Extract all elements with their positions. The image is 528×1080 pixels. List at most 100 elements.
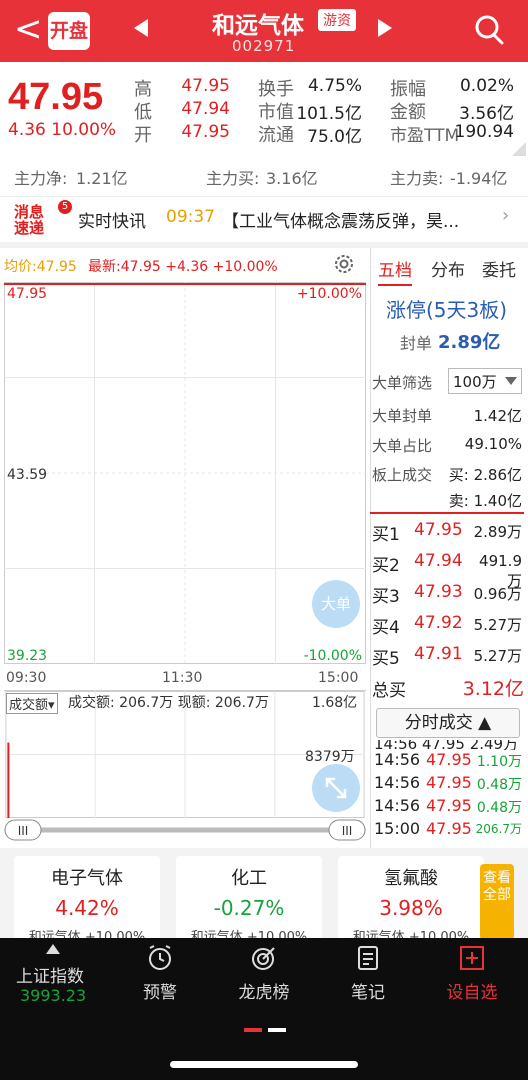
plus-square-icon xyxy=(460,946,484,970)
big-seal-value: 1.42亿 xyxy=(473,407,522,425)
big-seal-label: 大单封单 xyxy=(372,407,433,425)
target-icon xyxy=(252,947,275,970)
buy-level-label: 买3 xyxy=(372,587,400,607)
tick-row-partial: 14:56 47.95 2.49万 xyxy=(374,740,519,750)
add-watchlist-button[interactable]: 设自选 xyxy=(424,944,520,1003)
tick-volume: 206.7万 xyxy=(475,822,522,836)
tick-volume: 0.48万 xyxy=(476,777,522,793)
main-buy-value: 3.16亿 xyxy=(266,169,318,188)
volume-bar xyxy=(7,742,10,818)
high-value: 47.95 xyxy=(181,76,230,96)
index-name[interactable]: 上证指数 xyxy=(16,962,84,987)
volume-info: 成交额: 206.7万 现额: 206.7万 xyxy=(68,695,269,711)
see-all-button[interactable]: 查看全部 xyxy=(480,864,514,940)
news-headline[interactable]: 【工业气体概念震荡反弹，昊... xyxy=(222,207,494,232)
alert-label: 预警 xyxy=(143,983,177,1003)
buy-level-label: 买4 xyxy=(372,618,400,638)
main-net-value: 1.21亿 xyxy=(76,169,128,188)
price-change: 4.36 10.00% xyxy=(8,120,117,140)
pe-value: 190.94 xyxy=(454,122,514,142)
big-order-filter-select[interactable]: 100万 xyxy=(448,368,522,394)
chevron-right-icon[interactable]: › xyxy=(502,205,509,226)
tick-trades-button[interactable]: 分时成交 ▲ xyxy=(376,708,520,738)
buy-level-label: 买5 xyxy=(372,649,400,669)
tick-price: 47.95 xyxy=(426,750,472,769)
float-value: 75.0亿 xyxy=(307,127,362,147)
tab-five-level[interactable]: 五档 xyxy=(378,256,412,286)
notes-button[interactable]: 笔记 xyxy=(320,944,416,1003)
gear-icon[interactable] xyxy=(332,252,356,276)
next-stock-icon[interactable] xyxy=(378,19,392,37)
news-time: 09:37 xyxy=(166,207,215,227)
latest-price-label: 最新:47.95 +4.36 +10.00% xyxy=(88,259,278,275)
buy-level-label: 买1 xyxy=(372,525,400,545)
home-indicator xyxy=(170,1061,358,1068)
prev-stock-icon[interactable] xyxy=(134,19,148,37)
search-icon[interactable] xyxy=(474,14,504,46)
big-ratio-label: 大单占比 xyxy=(372,437,433,455)
x-tick-mid: 11:30 xyxy=(162,670,203,686)
fullscreen-icon[interactable] xyxy=(312,764,360,812)
sector-card[interactable]: 电子气体 4.42% 和远气体 +10.00% xyxy=(14,856,160,945)
tick-time: 14:56 xyxy=(374,773,421,792)
buy-level-volume: 2.89万 xyxy=(473,523,522,541)
tick-time: 15:00 xyxy=(374,819,421,838)
note-icon xyxy=(358,946,378,970)
sector-change: 4.42% xyxy=(55,896,119,920)
open-label: 开 xyxy=(134,125,152,146)
tick-price: 47.95 xyxy=(426,819,472,838)
seal-label: 封单 xyxy=(400,334,433,353)
board-trade-label: 板上成交 xyxy=(372,466,433,484)
big-order-button[interactable]: 大单 xyxy=(312,580,360,628)
tick-volume: 1.10万 xyxy=(476,754,522,770)
main-buy-label: 主力买: xyxy=(206,169,260,188)
expand-corner-icon[interactable] xyxy=(512,142,526,156)
page-indicator xyxy=(244,1028,286,1032)
sector-change: 3.98% xyxy=(379,896,443,920)
volume-max-label: 1.68亿 xyxy=(312,695,358,711)
back-button[interactable]: < xyxy=(14,12,43,46)
buy-level-price: 47.92 xyxy=(414,613,463,633)
amplitude-value: 0.02% xyxy=(459,76,514,96)
dropdown-icon xyxy=(505,377,517,385)
caret-up-icon[interactable] xyxy=(46,944,60,954)
x-tick-close: 15:00 xyxy=(318,670,359,686)
tick-time: 14:56 xyxy=(374,750,421,769)
big-ratio-value: 49.10% xyxy=(464,435,522,453)
dragon-tiger-button[interactable]: 龙虎榜 xyxy=(216,944,312,1003)
volume-type-select[interactable]: 成交额▾ xyxy=(6,693,58,714)
turnover-value: 4.75% xyxy=(307,76,362,96)
main-net-label: 主力净: xyxy=(14,169,68,188)
dragon-tiger-label: 龙虎榜 xyxy=(238,983,290,1003)
mktcap-value: 101.5亿 xyxy=(296,104,362,124)
tick-price: 47.95 xyxy=(426,796,472,815)
time-range-scrollbar[interactable]: III III xyxy=(4,818,366,842)
news-count-badge: 5 xyxy=(58,200,72,214)
sector-name: 电子气体 xyxy=(51,868,123,889)
alert-button[interactable]: 预警 xyxy=(112,944,208,1003)
add-watchlist-label: 设自选 xyxy=(446,983,498,1003)
buy-level-price: 47.93 xyxy=(414,582,463,602)
news-icon: 消息速递 xyxy=(14,203,45,237)
buy-level-volume: 5.27万 xyxy=(473,616,522,634)
tick-time: 14:56 xyxy=(374,796,421,815)
stock-tag[interactable]: 游资 xyxy=(318,9,356,31)
tab-distribution[interactable]: 分布 xyxy=(431,256,465,281)
filter-value: 100万 xyxy=(453,373,497,391)
total-buy-label: 总买 xyxy=(372,681,406,701)
open-value: 47.95 xyxy=(181,122,230,142)
volume-mid-label: 8379万 xyxy=(305,749,355,765)
buy-level-volume: 0.96万 xyxy=(473,585,522,603)
buy-level-price: 47.95 xyxy=(414,520,463,540)
board-buy-value: 买: 2.86亿 xyxy=(448,466,522,484)
news-title: 实时快讯 xyxy=(78,212,146,232)
tab-orders[interactable]: 委托 xyxy=(482,256,516,281)
limit-up-title: 涨停(5天3板) xyxy=(386,298,508,322)
total-buy-value: 3.12亿 xyxy=(462,678,524,700)
y-tick-pct-top: +10.00% xyxy=(297,286,362,302)
tick-volume: 0.48万 xyxy=(476,800,522,816)
sector-card[interactable]: 氢氟酸 3.98% 和远气体 +10.00% xyxy=(338,856,484,945)
buy-level-volume: 5.27万 xyxy=(473,647,522,665)
sector-card[interactable]: 化工 -0.27% 和远气体 +10.00% xyxy=(176,856,322,945)
low-value: 47.94 xyxy=(181,99,230,119)
